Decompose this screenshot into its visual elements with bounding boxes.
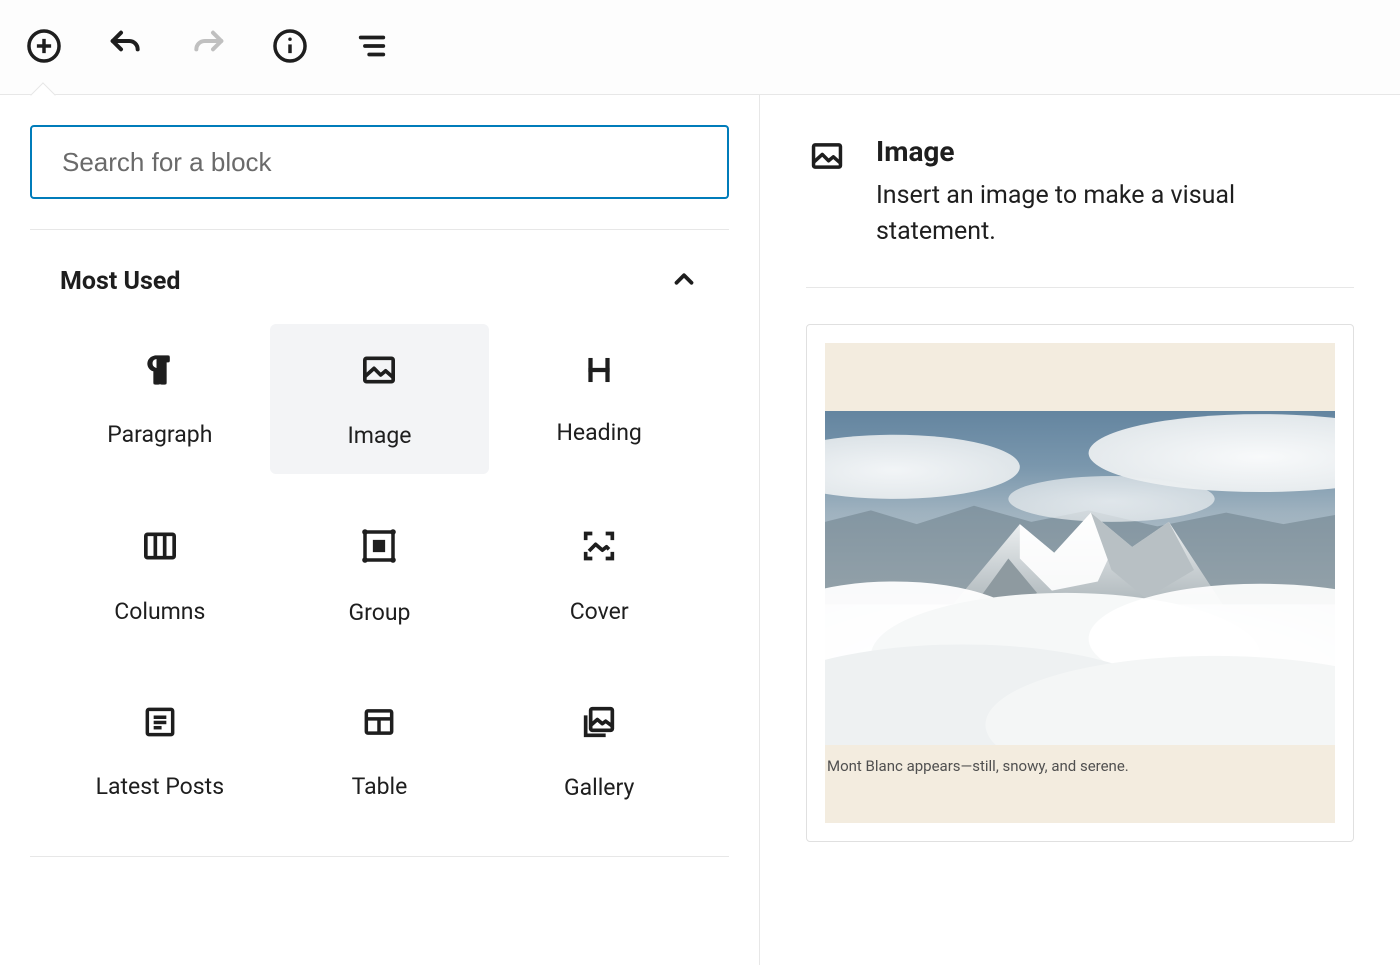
- preview-image-placeholder: [825, 411, 1335, 745]
- preview-canvas: Mont Blanc appears—still, snowy, and ser…: [825, 343, 1335, 823]
- editor-toolbar: [0, 0, 1400, 95]
- block-card-cover[interactable]: Cover: [489, 500, 709, 650]
- group-icon: [358, 525, 400, 571]
- block-label: Paragraph: [107, 421, 212, 448]
- preview-header: Image Insert an image to make a visual s…: [806, 135, 1354, 288]
- outline-list-icon: [355, 29, 389, 66]
- block-card-image[interactable]: Image: [270, 324, 490, 474]
- blocks-grid: Paragraph Image Heading: [30, 324, 729, 857]
- block-card-heading[interactable]: Heading: [489, 324, 709, 474]
- block-label: Columns: [114, 598, 205, 625]
- preview-title: Image: [876, 135, 1354, 168]
- undo-button[interactable]: [104, 25, 148, 69]
- search-input[interactable]: [30, 125, 729, 199]
- outline-button[interactable]: [350, 25, 394, 69]
- block-card-group[interactable]: Group: [270, 500, 490, 650]
- block-preview-panel: Image Insert an image to make a visual s…: [760, 95, 1400, 965]
- block-card-paragraph[interactable]: Paragraph: [50, 324, 270, 474]
- table-icon: [360, 703, 398, 745]
- chevron-up-icon: [669, 264, 699, 298]
- block-label: Gallery: [564, 774, 634, 801]
- paragraph-icon: [141, 351, 179, 393]
- columns-icon: [140, 526, 180, 570]
- block-card-columns[interactable]: Columns: [50, 500, 270, 650]
- redo-button[interactable]: [186, 25, 230, 69]
- block-card-gallery[interactable]: Gallery: [489, 676, 709, 826]
- cover-icon: [579, 526, 619, 570]
- image-icon: [806, 135, 848, 177]
- info-icon: [271, 27, 309, 68]
- add-block-button[interactable]: [22, 25, 66, 69]
- block-card-table[interactable]: Table: [270, 676, 490, 826]
- block-label: Cover: [570, 598, 629, 625]
- block-inserter-popover: Most Used Paragraph: [0, 95, 1400, 965]
- preview-description: Insert an image to make a visual stateme…: [876, 178, 1354, 251]
- image-icon: [359, 350, 399, 394]
- undo-icon: [106, 26, 146, 69]
- preview-caption: Mont Blanc appears—still, snowy, and ser…: [825, 745, 1335, 775]
- block-label: Group: [349, 599, 411, 626]
- section-title: Most Used: [60, 267, 180, 296]
- block-label: Latest Posts: [96, 773, 224, 800]
- latest-posts-icon: [141, 703, 179, 745]
- heading-icon: [582, 353, 616, 391]
- block-card-latest-posts[interactable]: Latest Posts: [50, 676, 270, 826]
- block-label: Image: [347, 422, 411, 449]
- gallery-icon: [579, 702, 619, 746]
- preview-frame: Mont Blanc appears—still, snowy, and ser…: [806, 324, 1354, 842]
- redo-icon: [188, 26, 228, 69]
- block-picker-panel: Most Used Paragraph: [0, 95, 760, 965]
- block-label: Table: [352, 773, 408, 800]
- info-button[interactable]: [268, 25, 312, 69]
- search-container: [30, 125, 729, 230]
- plus-circle-icon: [25, 27, 63, 68]
- section-toggle-most-used[interactable]: Most Used: [30, 230, 729, 324]
- block-label: Heading: [557, 419, 642, 446]
